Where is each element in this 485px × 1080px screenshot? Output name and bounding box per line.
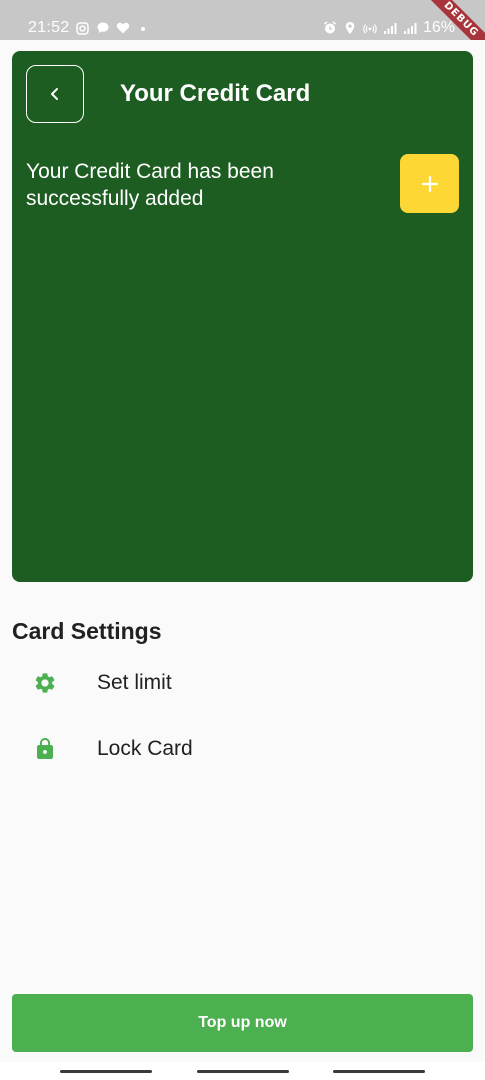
signal-icon — [383, 21, 397, 35]
gear-icon — [32, 670, 58, 696]
status-right: 16% — [323, 19, 455, 37]
status-bar: 21:52 16% DEBUG — [0, 0, 485, 40]
nav-home-indicator[interactable] — [197, 1070, 289, 1073]
chevron-left-icon — [51, 88, 58, 100]
status-time: 21:52 — [28, 19, 70, 36]
chat-bubble-icon — [96, 21, 110, 35]
battery-percentage: 16% — [422, 19, 455, 36]
success-message: Your Credit Card has been successfully a… — [26, 160, 274, 210]
card-settings-heading: Card Settings — [12, 618, 162, 644]
nav-recents-indicator[interactable] — [60, 1070, 152, 1073]
status-notification-icons — [76, 21, 150, 35]
dot-icon — [136, 21, 150, 35]
set-limit-label: Set limit — [97, 671, 172, 694]
top-up-button[interactable]: Top up now — [12, 994, 473, 1052]
alarm-icon — [323, 21, 337, 35]
hotspot-icon — [363, 21, 377, 35]
instagram-icon — [76, 21, 90, 35]
set-limit-item[interactable]: Set limit — [12, 659, 473, 707]
plus-icon — [421, 175, 438, 192]
credit-card-panel: Your Credit Card Your Credit Card has be… — [12, 51, 473, 582]
back-button[interactable] — [26, 65, 84, 123]
nav-back-indicator[interactable] — [333, 1070, 425, 1073]
lock-card-label: Lock Card — [97, 737, 193, 760]
location-icon — [343, 21, 357, 35]
4g-signal-icon — [403, 21, 417, 35]
system-navigation-bar — [0, 1062, 485, 1080]
lock-icon — [32, 736, 58, 762]
status-left: 21:52 — [28, 19, 150, 37]
heart-icon — [116, 21, 130, 35]
page-title: Your Credit Card — [120, 80, 311, 107]
lock-card-item[interactable]: Lock Card — [12, 725, 473, 773]
add-card-button[interactable] — [400, 154, 459, 213]
